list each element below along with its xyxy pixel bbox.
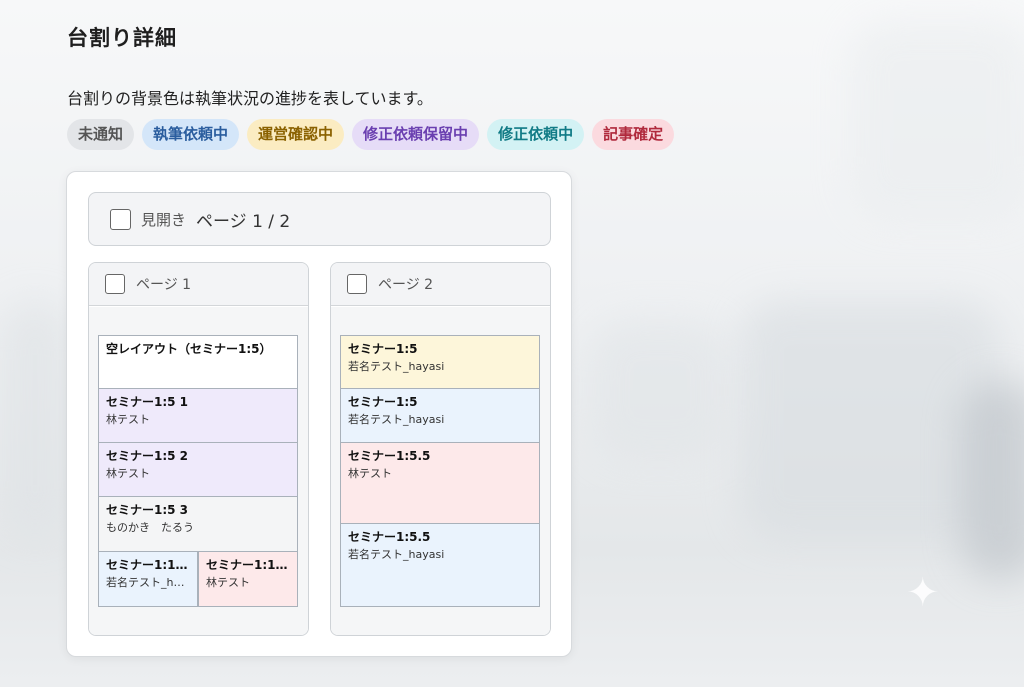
layout-slot[interactable]: セミナー1:5 若名テスト_hayasi: [340, 388, 540, 443]
legend-chip-admin-checking: 運営確認中: [247, 119, 345, 150]
page-label: ページ 1: [136, 277, 192, 293]
spread-checkbox[interactable]: [110, 208, 131, 230]
spread-label: 見開き: [141, 210, 187, 229]
slot-title: セミナー1:5 3: [106, 503, 189, 517]
page-label: ページ 2: [378, 277, 434, 293]
layout-slot[interactable]: 空レイアウト（セミナー1:5）: [98, 335, 298, 389]
page-panel-2: ページ 2 セミナー1:5 若名テスト_hayasi セミナー1:5 若名テスト…: [330, 262, 551, 636]
slot-author: 若名テスト_hayasi: [348, 413, 445, 426]
background-blur: [960, 380, 1024, 580]
legend-chip-unnotified: 未通知: [67, 119, 135, 150]
layout-slot[interactable]: セミナー1:5.5 林テスト: [340, 442, 540, 524]
layout-slot[interactable]: セミナー1:10_2... 林テスト: [198, 551, 298, 607]
legend-chip-writing-requested: 執筆依頼中: [142, 119, 240, 150]
slot-title: セミナー1:5 2: [106, 449, 189, 463]
slot-author: 林テスト: [106, 413, 150, 426]
page-body: 空レイアウト（セミナー1:5） セミナー1:5 1 林テスト セミナー1:5 2…: [89, 307, 308, 635]
page-title: 台割り詳細: [67, 26, 177, 50]
layout-slot[interactable]: セミナー1:10_4... 若名テスト_hay...: [98, 551, 198, 607]
layout-slot[interactable]: セミナー1:5 若名テスト_hayasi: [340, 335, 540, 389]
page-body: セミナー1:5 若名テスト_hayasi セミナー1:5 若名テスト_hayas…: [331, 307, 550, 635]
layout-slot[interactable]: セミナー1:5 2 林テスト: [98, 442, 298, 497]
legend-chip-revision-on-hold: 修正依頼保留中: [352, 119, 480, 150]
slot-title: セミナー1:5.5: [348, 530, 431, 544]
legend-chip-article-confirmed: 記事確定: [592, 119, 675, 150]
spread-header: 見開き ページ 1 / 2: [88, 192, 551, 246]
slot-title: セミナー1:5: [348, 395, 418, 409]
background-blur: [0, 300, 70, 540]
page-checkbox-1[interactable]: [105, 274, 125, 294]
page-panel-1: ページ 1 空レイアウト（セミナー1:5） セミナー1:5 1 林テスト セミナ…: [88, 262, 309, 636]
layout-slot[interactable]: セミナー1:5 3 ものかき たるう: [98, 496, 298, 552]
slot-author: 林テスト: [348, 467, 392, 480]
spread-card: 見開き ページ 1 / 2 ページ 1 空レイアウト（セミナー1:5） セミナー…: [66, 171, 572, 657]
slot-author: 若名テスト_hay...: [106, 576, 190, 589]
slot-author: 林テスト: [106, 467, 150, 480]
slot-title: セミナー1:5.5: [348, 449, 431, 463]
page-description: 台割りの背景色は執筆状況の進捗を表しています。: [67, 89, 433, 108]
slot-title: セミナー1:10_4...: [106, 558, 190, 572]
page-header: ページ 1: [89, 263, 308, 306]
slot-author: 若名テスト_hayasi: [348, 360, 445, 373]
sparkle-icon: ✦: [906, 570, 940, 616]
slot-title: 空レイアウト（セミナー1:5）: [106, 342, 272, 356]
status-legend: 未通知 執筆依頼中 運営確認中 修正依頼保留中 修正依頼中 記事確定: [67, 119, 675, 150]
page-header: ページ 2: [331, 263, 550, 306]
background-blur: [850, 20, 1024, 220]
page-indicator: ページ 1 / 2: [196, 211, 291, 232]
slot-author: 林テスト: [206, 576, 250, 589]
slot-author: ものかき たるう: [106, 521, 194, 534]
layout-slot[interactable]: セミナー1:5 1 林テスト: [98, 388, 298, 443]
slot-title: セミナー1:5: [348, 342, 418, 356]
page-checkbox-2[interactable]: [347, 274, 367, 294]
layout-slot[interactable]: セミナー1:5.5 若名テスト_hayasi: [340, 523, 540, 607]
background-blur: [590, 320, 730, 460]
slot-author: 若名テスト_hayasi: [348, 548, 445, 561]
slot-title: セミナー1:10_2...: [206, 558, 290, 572]
slot-title: セミナー1:5 1: [106, 395, 189, 409]
legend-chip-revision-requested: 修正依頼中: [487, 119, 585, 150]
